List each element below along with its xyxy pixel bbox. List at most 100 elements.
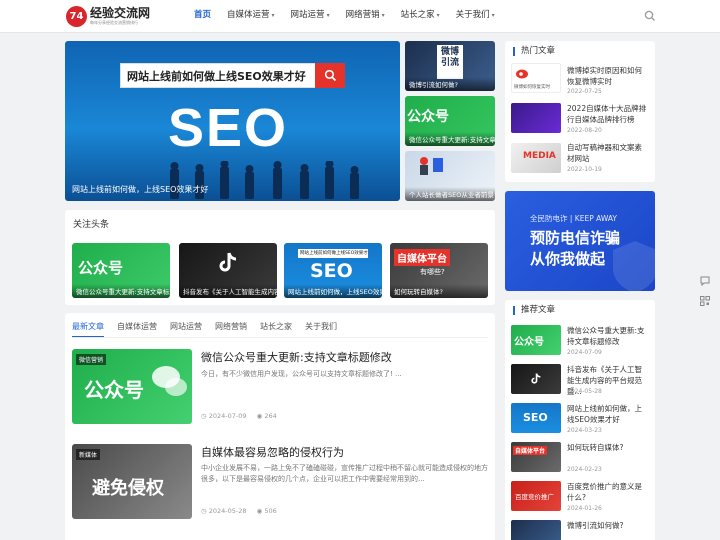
headline-item[interactable]: 抖音发布《关于人工智能生成内容的平台规范暨行业倡议》	[179, 243, 277, 298]
slider-banner-search-button	[315, 63, 345, 88]
post-title[interactable]: 微信公众号重大更新:支持文章标题修改	[201, 349, 392, 365]
hot-article-thumb[interactable]	[511, 103, 561, 133]
headline-item[interactable]: 公众号 微信公众号重大更新:支持文章标题修改	[72, 243, 170, 298]
thumb-image-text: 微博引流	[437, 45, 463, 79]
recommend-thumb[interactable]: 公众号	[511, 325, 561, 355]
chevron-down-icon: ▾	[436, 12, 440, 19]
hot-article-thumb[interactable]: 微博如何恢复实时	[511, 63, 561, 93]
recommend-thumb[interactable]	[511, 364, 561, 394]
headline-caption: 网站上线前如何做，上线SEO效果才好	[284, 284, 382, 298]
recommend-article-title[interactable]: 微博引流如何做?	[567, 520, 649, 531]
business-people-illustration	[170, 161, 359, 199]
recommend-thumb-text: 自媒体平台	[513, 446, 548, 455]
recommend-article-date: 2024-07-09	[567, 349, 602, 356]
slider-big-text: SEO	[168, 98, 289, 158]
post-title[interactable]: 自媒体最容易忽略的侵权行为	[201, 444, 344, 460]
hot-article-date: 2022-10-19	[567, 166, 602, 173]
wechat-logo-icon	[152, 366, 187, 396]
recommend-article-date: 2024-03-23	[567, 427, 602, 434]
thumb-caption: 微博引流如何做?	[405, 77, 495, 91]
post-date: 2024-05-28	[208, 507, 247, 515]
recommend-thumb[interactable]: 自媒体平台	[511, 442, 561, 472]
logo-mark: 74	[66, 5, 87, 27]
hot-thumb-text: 微博如何恢复实时	[514, 85, 550, 90]
search-icon[interactable]	[644, 10, 656, 22]
chevron-down-icon: ▾	[491, 12, 495, 19]
headline-image-subtext: 有哪些?	[420, 268, 445, 276]
clock-icon: ◷	[201, 507, 207, 515]
nav-site-ops[interactable]: 网站运营 ▾	[283, 0, 338, 33]
main-slider[interactable]: 网站上线前如何做上线SEO效果才好 SEO 网站上线前如何做，上线SEO效果才好	[65, 41, 400, 201]
nav-about[interactable]: 关于我们 ▾	[448, 0, 503, 33]
headline-item[interactable]: 自媒体平台 有哪些? 如何玩转自媒体?	[390, 243, 488, 298]
nav-home[interactable]: 首页	[186, 0, 219, 33]
tab-webmaster[interactable]: 站长之家	[260, 321, 292, 338]
nav-self-media-label: 自媒体运营	[227, 10, 270, 20]
recommend-article-date: 2024-01-26	[567, 505, 602, 512]
recommend-thumb[interactable]	[511, 520, 561, 540]
qrcode-icon	[700, 296, 710, 306]
tab-marketing[interactable]: 网络营销	[215, 321, 247, 338]
hot-article-title[interactable]: 微博掉实时原因和如何恢复微博实时	[567, 65, 649, 87]
post-thumbnail[interactable]: 公众号 微信营销	[72, 349, 192, 424]
hot-articles-title: 热门文章	[513, 47, 555, 56]
featured-thumb-webmaster[interactable]: 个人站长做者SEO从业者前景	[405, 151, 495, 201]
thumb-caption: 微信公众号重大更新:支持文章标题修改	[405, 132, 495, 146]
ad-line-1: 预防电信诈骗	[530, 229, 621, 247]
qrcode-float-button[interactable]	[697, 293, 713, 309]
site-logo[interactable]: 74 经验交流网 每年分享经验交流营销排行	[66, 5, 150, 27]
hot-article-title[interactable]: 2022自媒体十大品牌排行自媒体品牌排行榜	[567, 103, 649, 125]
comment-float-button[interactable]	[697, 273, 713, 289]
tab-about[interactable]: 关于我们	[305, 321, 337, 338]
post-image-text: 公众号	[84, 378, 144, 402]
recommend-thumb[interactable]: SEO	[511, 403, 561, 433]
eye-icon: ◉	[256, 412, 263, 420]
post-views: 506	[264, 507, 277, 515]
recommend-thumb-text: 百度竞价推广	[515, 493, 554, 501]
slider-caption[interactable]: 网站上线前如何做，上线SEO效果才好	[72, 184, 208, 195]
post-category-tag[interactable]: 新媒体	[76, 449, 101, 460]
recommend-thumb-text: SEO	[523, 411, 548, 424]
anti-fraud-ad-banner[interactable]: 全民防电诈 | KEEP AWAY 预防电信诈骗 从你我做起	[505, 191, 655, 291]
eye-icon: ◉	[256, 507, 263, 515]
headline-banner-text: 网站上线前如何做上线SEO效果才好	[298, 249, 368, 258]
post-category-tag[interactable]: 微信营销	[76, 354, 107, 365]
nav-marketing[interactable]: 网络营销 ▾	[338, 0, 393, 33]
chat-bubble-icon	[700, 276, 710, 287]
tab-self-media[interactable]: 自媒体运营	[117, 321, 157, 338]
chevron-down-icon: ▾	[326, 12, 330, 19]
tab-latest[interactable]: 最新文章	[72, 321, 104, 338]
headline-image-text: 自媒体平台	[394, 249, 450, 266]
article-tabs: 最新文章 自媒体运营 网站运营 网络营销 站长之家 关于我们	[72, 321, 350, 338]
post-summary: 中小企业发展不易，一路上免不了磕磕碰碰，宣传推广过程中稍不留心就可能造成侵权的地…	[201, 464, 488, 483]
recommend-thumb[interactable]: 百度竞价推广	[511, 481, 561, 511]
recommend-article-title[interactable]: 网站上线前如何做，上线SEO效果才好	[567, 403, 649, 425]
recommend-title: 推荐文章	[513, 306, 555, 315]
slider-banner-text: 网站上线前如何做上线SEO效果才好	[127, 70, 306, 83]
slider-search-banner: 网站上线前如何做上线SEO效果才好	[120, 63, 345, 88]
chevron-down-icon: ▾	[381, 12, 385, 19]
recommend-article-title[interactable]: 微信公众号重大更新:支持文章标题修改	[567, 325, 649, 347]
hot-article-title[interactable]: 自动写稿神器和文案素材网站	[567, 142, 649, 164]
nav-self-media[interactable]: 自媒体运营 ▾	[219, 0, 283, 33]
chevron-down-icon: ▾	[271, 12, 275, 19]
headline-item[interactable]: 网站上线前如何做上线SEO效果才好 SEO 网站上线前如何做，上线SEO效果才好	[284, 243, 382, 298]
logo-subtitle: 每年分享经验交流营销排行	[90, 19, 138, 25]
featured-thumb-weibo[interactable]: 微博引流 微博引流如何做?	[405, 41, 495, 91]
nav-webmaster[interactable]: 站长之家 ▾	[393, 0, 448, 33]
post-meta: ◷ 2024-05-28 ◉ 506	[201, 507, 277, 515]
ad-line-2: 从你我做起	[530, 250, 606, 268]
recommend-article-title[interactable]: 如何玩转自媒体?	[567, 442, 649, 453]
person-illustration-icon	[420, 157, 443, 175]
site-header: 74 经验交流网 每年分享经验交流营销排行 首页 自媒体运营 ▾ 网站运营 ▾ 网络…	[0, 0, 720, 33]
recommend-article-date: 2024-05-28	[567, 388, 602, 395]
featured-thumb-wechat[interactable]: 公众号 微信公众号重大更新:支持文章标题修改	[405, 96, 495, 146]
recommend-article-title[interactable]: 百度竞价推广的意义是什么?	[567, 481, 649, 503]
headline-caption: 微信公众号重大更新:支持文章标题修改	[72, 284, 170, 298]
thumb-image-text: 公众号	[407, 109, 449, 125]
headlines-title: 关注头条	[73, 220, 110, 230]
post-image-text: 避免侵权	[92, 478, 164, 499]
hot-article-thumb[interactable]: MEDIA	[511, 143, 561, 173]
tab-site-ops[interactable]: 网站运营	[170, 321, 202, 338]
post-thumbnail[interactable]: 避免侵权 新媒体	[72, 444, 192, 519]
